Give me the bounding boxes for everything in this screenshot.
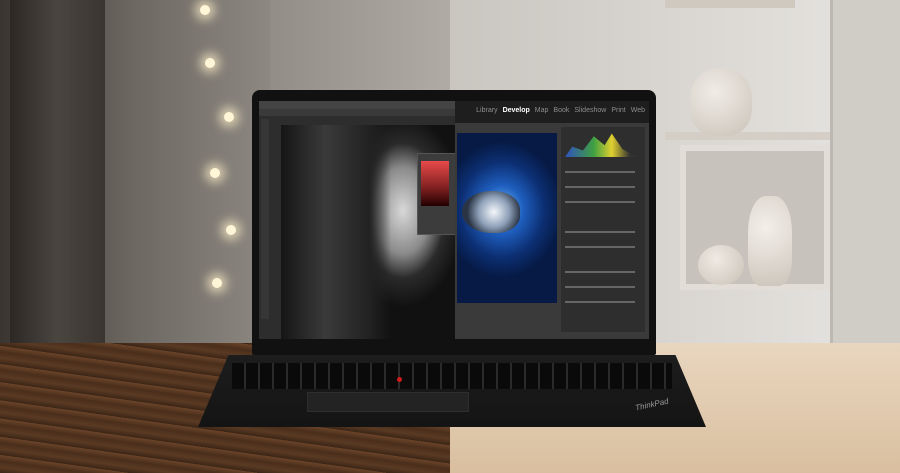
laptop-screen: Library Develop Map Book Slideshow Print… [259,101,649,339]
string-light [210,168,220,178]
module-develop: Develop [502,107,530,114]
module-book: Book [553,107,570,114]
photo-scene: Library Develop Map Book Slideshow Print… [0,0,900,473]
module-print: Print [611,107,626,114]
curtain [10,0,105,345]
color-picker-gradient [421,161,449,206]
vase [698,245,744,285]
photoshop-toolbar [261,119,269,319]
adjustment-slider [565,186,635,188]
adjustment-slider [565,301,635,303]
shelf [665,0,795,8]
module-web: Web [630,107,645,114]
adjustment-slider [565,171,635,173]
vase [690,68,752,136]
module-map: Map [534,107,549,114]
trackpoint [397,377,402,382]
adjustment-slider [565,231,635,233]
adjustment-slider [565,246,635,248]
keyboard [232,363,672,389]
vase [748,196,792,286]
adjustment-slider [565,286,635,288]
string-light [226,225,236,235]
string-light [205,58,215,68]
string-light [200,5,210,15]
string-light [224,112,234,122]
touchpad [307,392,469,412]
lightroom-module-nav: Library Develop Map Book Slideshow Print… [455,107,649,119]
adjustment-slider [565,201,635,203]
cabinet [830,0,900,345]
module-slideshow: Slideshow [574,107,607,114]
adjustment-slider [565,271,635,273]
portrait-hair [281,125,391,339]
string-light [212,278,222,288]
photoshop-menubar [259,101,455,109]
screen-bezel [259,339,649,355]
photoshop-options-bar [259,109,455,116]
car-headlight [462,191,520,233]
module-library: Library [476,107,498,114]
